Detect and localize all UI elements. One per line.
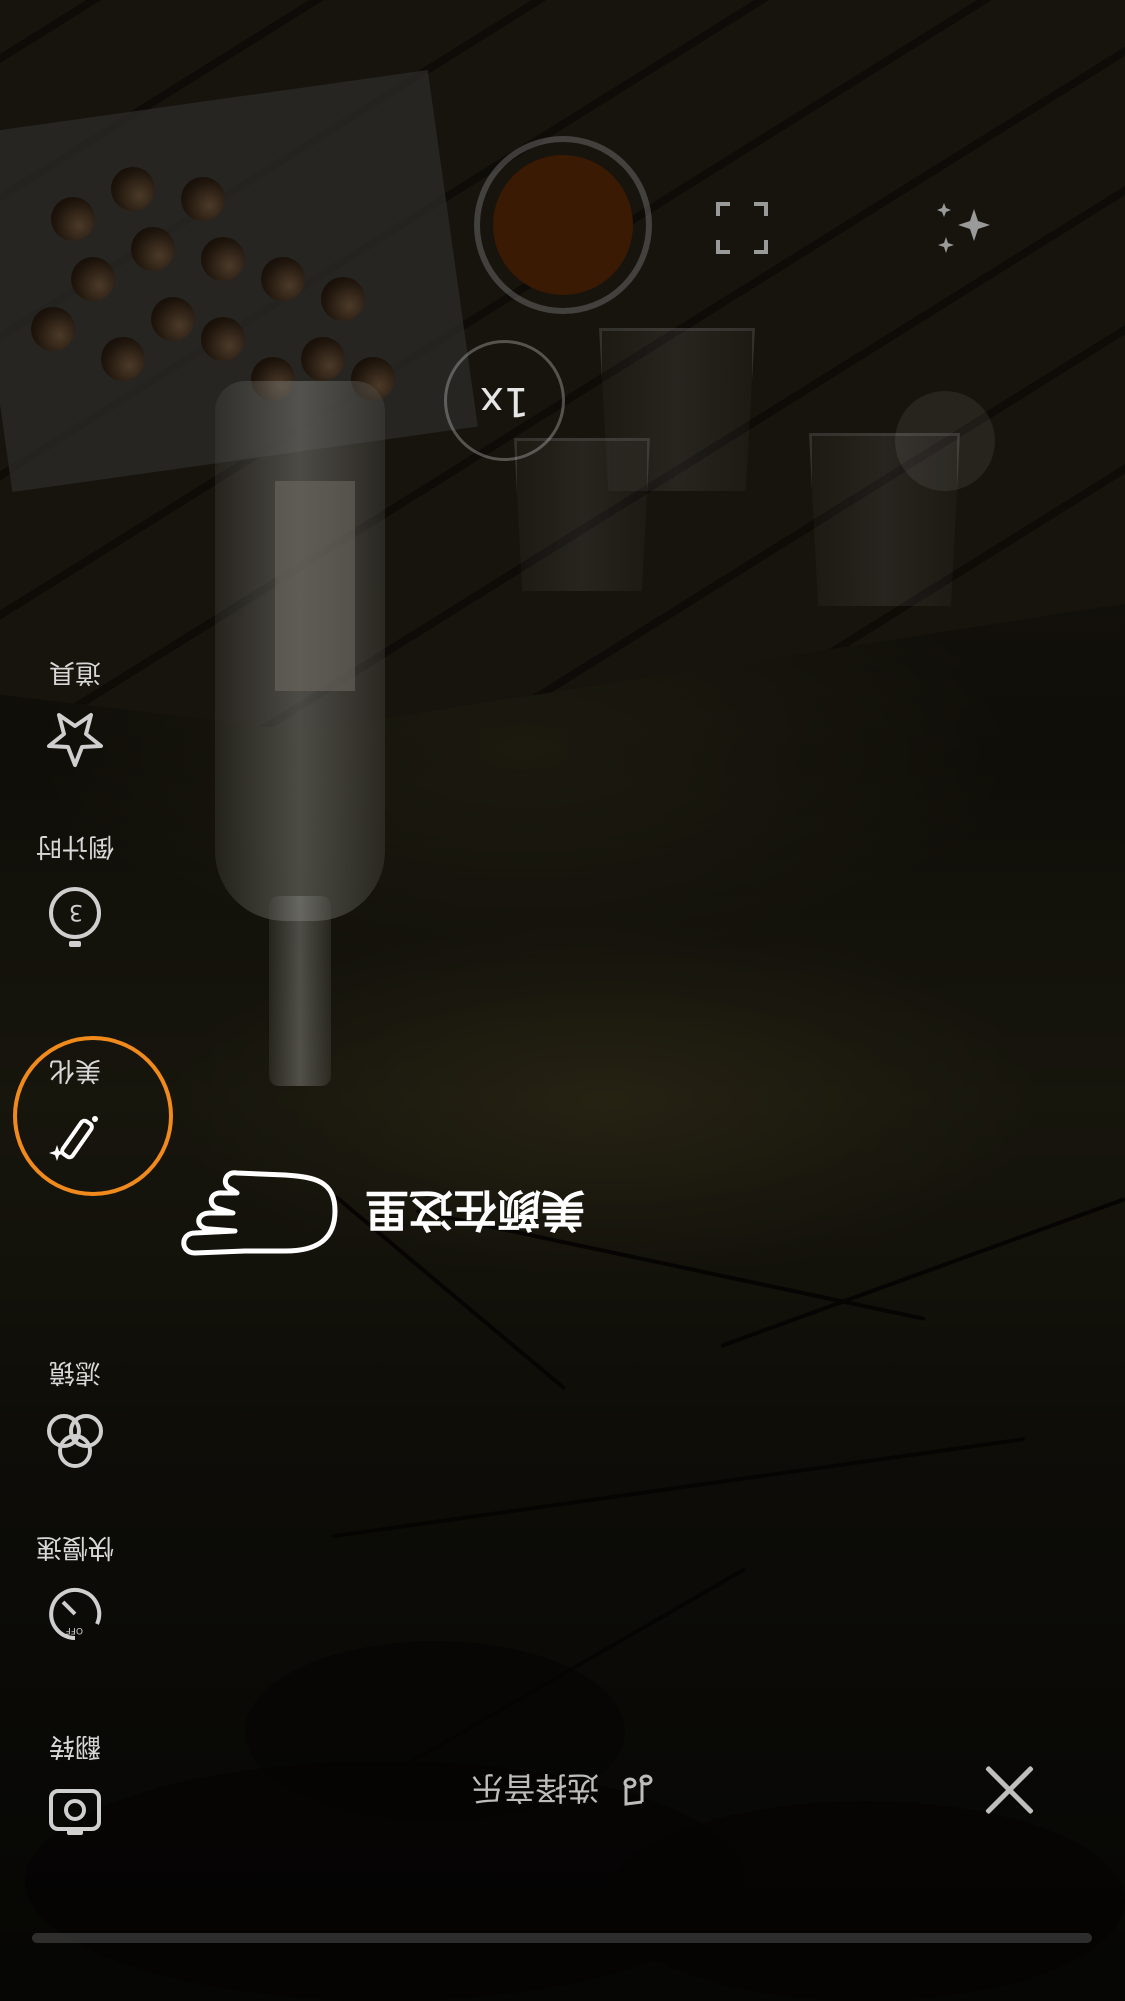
camera-flip-icon xyxy=(15,1777,135,1841)
beauty-hint-text: 美颜在这里 xyxy=(365,1184,585,1235)
sidebar-item-timer[interactable]: 3 倒计时 xyxy=(15,830,135,951)
sidebar-item-label: 道具 xyxy=(49,657,102,687)
zoom-button[interactable]: 1x xyxy=(444,340,565,461)
magic-wand-icon xyxy=(15,1101,135,1169)
record-button-core xyxy=(493,155,633,295)
sidebar-item-label: 滤镜 xyxy=(49,1357,102,1387)
music-note-icon xyxy=(609,1769,653,1807)
sidebar-item-label: 美化 xyxy=(49,1055,102,1085)
sidebar-item-beauty[interactable]: 美化 xyxy=(15,1054,135,1169)
sidebar-item-filter[interactable]: 滤镜 xyxy=(15,1356,135,1471)
record-progress-bar xyxy=(32,1933,1092,1943)
sidebar-item-label: 翻转 xyxy=(49,1731,102,1761)
speed-icon: OFF xyxy=(15,1578,135,1646)
sidebar-item-props[interactable]: 道具 xyxy=(15,656,135,771)
filter-icon xyxy=(15,1403,135,1471)
star-icon xyxy=(15,703,135,771)
frame-select-icon[interactable] xyxy=(714,200,770,256)
extra-control-button[interactable] xyxy=(895,391,995,491)
sidebar-item-label: 倒计时 xyxy=(36,831,115,861)
timer-icon: 3 xyxy=(15,877,135,951)
pointing-hand-icon xyxy=(175,1151,345,1281)
select-music-label: 选择音乐 xyxy=(471,1769,600,1807)
sidebar-item-label: 快慢速 xyxy=(36,1532,115,1562)
sidebar-item-flip[interactable]: 翻转 xyxy=(15,1730,135,1841)
speed-off-badge: OFF xyxy=(66,1625,83,1635)
camera-screen: 选择音乐 翻转 OFF 快慢速 滤镜 美化 3 倒计时 道具 美颜在这里 1x xyxy=(0,0,1125,2001)
sparkle-icon[interactable] xyxy=(928,191,998,261)
select-music-button[interactable]: 选择音乐 xyxy=(0,1767,1125,1813)
timer-badge: 3 xyxy=(69,899,83,924)
sidebar-item-speed[interactable]: OFF 快慢速 xyxy=(15,1531,135,1646)
camera-ui-rotated: 选择音乐 翻转 OFF 快慢速 滤镜 美化 3 倒计时 道具 美颜在这里 1x xyxy=(0,0,1125,2001)
